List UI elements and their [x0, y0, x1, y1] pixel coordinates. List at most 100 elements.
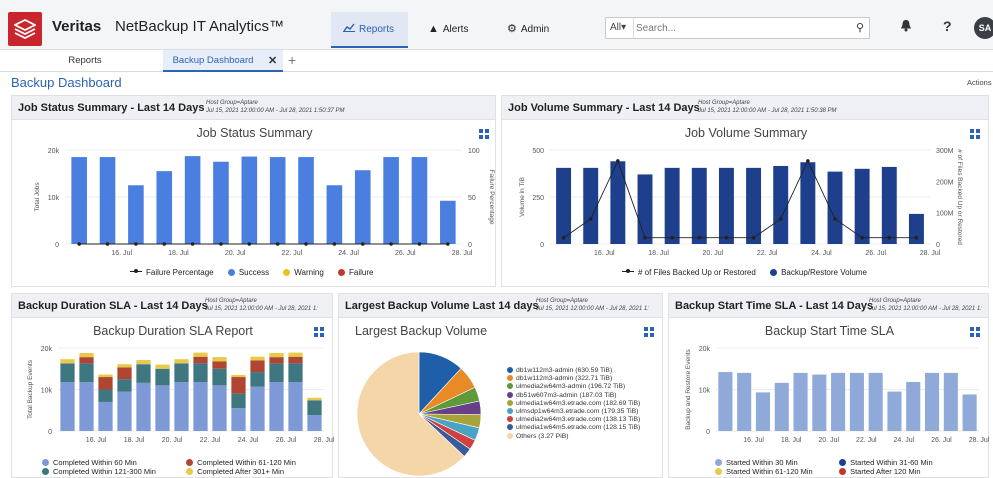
line-point [724, 235, 729, 240]
bar [136, 382, 151, 431]
legend-failure[interactable]: Failure [338, 268, 373, 277]
search-scope-dropdown[interactable]: All▾ [606, 18, 634, 38]
bar [60, 363, 75, 383]
legend-warning[interactable]: Warning [283, 268, 324, 277]
grid-view-icon[interactable] [644, 327, 654, 337]
bar [746, 167, 762, 244]
legend-failure-percentage[interactable]: Failure Percentage [130, 268, 214, 277]
help-icon[interactable]: ? [943, 18, 952, 34]
avatar[interactable]: SA [974, 17, 993, 39]
x-tick-label: 24. Jul [238, 437, 259, 444]
x-tick-label: 16. Jul [111, 250, 132, 257]
tab-reports[interactable]: Reports [40, 50, 130, 72]
panel-meta: Host Group=Aptare Jul 15, 2021 12:00:00 … [205, 297, 318, 313]
legend-started-61-120[interactable]: Started Within 61-120 Min [715, 467, 825, 476]
search-scope-label: All [610, 22, 622, 33]
bar [250, 372, 265, 387]
bar [269, 352, 284, 358]
pie-legend-item[interactable]: ulmedia1w64m5.etrade.com (128.15 TiB) [507, 424, 640, 432]
y2-tick-label: 100M [936, 211, 954, 218]
bar [250, 356, 265, 361]
legend-within-60[interactable]: Completed Within 60 Min [42, 458, 172, 467]
x-tick-label: 26. Jul [395, 250, 416, 257]
search-input[interactable] [636, 19, 846, 37]
panel-title: Job Volume Summary - Last 14 Days [508, 102, 700, 114]
pie-legend-item[interactable]: ulmsdp1w64m3.etrade.com (179.35 TiB) [507, 408, 640, 416]
line-point [561, 235, 566, 240]
veritas-logo-icon[interactable] [8, 12, 42, 46]
legend-success[interactable]: Success [227, 268, 269, 277]
legend-backup-restore-volume[interactable]: Backup/Restore Volume [770, 268, 867, 277]
legend-started-after-120[interactable]: Started After 120 Min [839, 467, 921, 476]
panel-header: Backup Duration SLA - Last 14 Days Host … [12, 294, 332, 318]
nav-reports[interactable]: Reports [331, 12, 408, 48]
bar [288, 356, 303, 364]
search-box: All▾ ⚲ [605, 17, 870, 39]
x-tick-label: 22. Jul [282, 250, 303, 257]
line-point [389, 242, 393, 246]
bar [812, 374, 827, 431]
close-tab-icon[interactable]: ✕ [268, 54, 277, 67]
pie-legend-item[interactable]: db1w112m3-admin (322.71 TiB) [507, 375, 640, 383]
panel-meta-range: Jul 15, 2021 12:00:00 AM - Jul 28, 2021 … [536, 306, 649, 312]
pie-legend-item[interactable]: db1w112m3-admin (630.59 TiB) [507, 367, 640, 375]
legend-started-30[interactable]: Started Within 30 Min [715, 458, 825, 467]
panel-header: Job Volume Summary - Last 14 Days Host G… [502, 96, 988, 120]
bar [269, 363, 284, 383]
nav-alerts[interactable]: ▲ Alerts [416, 12, 486, 48]
line-point [751, 235, 756, 240]
bar [117, 367, 132, 380]
panel-meta-filter: Host Group=Aptare [206, 100, 258, 106]
nav-admin[interactable]: ⚙ Admin [495, 12, 565, 48]
x-tick-label: 28. Jul [969, 437, 990, 444]
legend-files-backed-up[interactable]: # of Files Backed Up or Restored [622, 268, 756, 277]
bar [184, 156, 201, 244]
bar [117, 364, 132, 368]
add-tab-icon[interactable]: + [288, 52, 296, 68]
legend-label: Others (3.27 PiB) [516, 432, 569, 440]
duration-sla-panel: Backup Duration SLA - Last 14 Days Host … [11, 293, 334, 478]
page-title: Backup Dashboard [11, 75, 122, 90]
bar [193, 352, 208, 357]
actions-menu[interactable]: Actions [967, 78, 992, 87]
tab-backup-dashboard[interactable]: Backup Dashboard [163, 50, 283, 72]
legend-after-301[interactable]: Completed After 301+ Min [186, 467, 284, 476]
bar [193, 356, 208, 364]
legend-label: ulmedia1w64m3.etrade.com (182.69 TiB) [516, 399, 641, 407]
pie-legend-item[interactable]: db51w607m3-admin (187.03 TiB) [507, 391, 640, 400]
start-time-sla-chart: 0 10k 20k Backup and Restore Events 16. Jul 1… [685, 346, 990, 444]
panel-meta-range: Jul 15, 2021 12:00:00 AM - Jul 28, 2021 … [206, 108, 345, 114]
bell-icon[interactable] [900, 19, 912, 35]
pie-legend-item[interactable]: ulmedia2w64m3.etrade.com (138.13 TiB) [507, 416, 640, 424]
x-tick-label: 20. Jul [162, 437, 183, 444]
legend-swatch [507, 367, 513, 373]
bar [136, 360, 151, 365]
y-tick-label: 0 [706, 429, 710, 436]
legend-within-61-120[interactable]: Completed Within 61-120 Min [186, 458, 296, 467]
x-tick-label: 18. Jul [168, 250, 189, 257]
bar [98, 389, 113, 402]
pie-legend-item[interactable]: Others (3.27 PiB) [507, 432, 640, 441]
job-volume-panel: Job Volume Summary - Last 14 Days Host G… [501, 95, 989, 287]
x-tick-label: 26. Jul [276, 437, 297, 444]
bar [79, 352, 94, 358]
y-tick-label: 0 [48, 429, 52, 436]
legend-started-31-60[interactable]: Started Within 31-60 Min [839, 458, 933, 467]
x-tick-label: 24. Jul [894, 437, 915, 444]
bar [637, 174, 653, 244]
bar [155, 385, 170, 431]
job-status-legend: Failure Percentage Success Warning Failu… [130, 268, 385, 277]
pie-legend-item[interactable]: ulmedia2w64m3-admin (196.72 TiB) [507, 383, 640, 391]
bar [269, 382, 284, 431]
bar [906, 382, 921, 431]
bar [849, 372, 864, 431]
bar [155, 364, 170, 369]
bar [117, 379, 132, 392]
job-volume-chart: 0 250 500 0 100M 200M 300M # of Files Backed Up… [519, 148, 963, 257]
panel-title: Backup Duration SLA - Last 14 Days [18, 300, 208, 312]
y2-tick-label: 200M [936, 179, 954, 186]
bar [691, 167, 707, 244]
pie-legend-item[interactable]: ulmedia1w64m3.etrade.com (182.69 TiB) [507, 399, 641, 408]
search-icon[interactable]: ⚲ [856, 21, 864, 34]
legend-within-121-300[interactable]: Completed Within 121-300 Min [42, 467, 172, 476]
